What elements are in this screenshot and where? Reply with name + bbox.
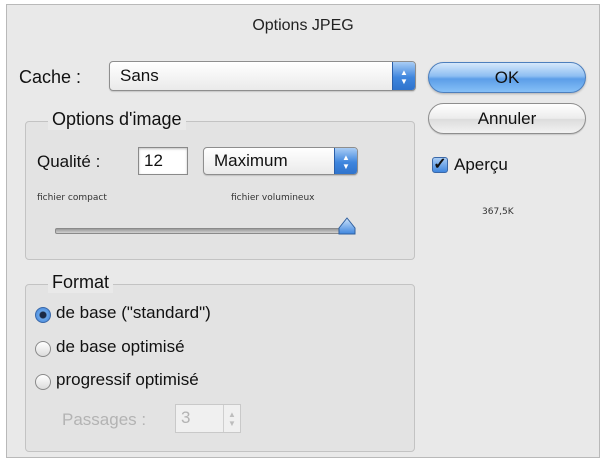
format-option-label: progressif optimisé [56, 370, 199, 389]
ok-button[interactable]: OK [428, 62, 586, 93]
scans-value: 3 [181, 408, 191, 427]
dialog-title: Options JPEG [252, 17, 354, 34]
up-down-arrows-icon: ▲ ▼ [223, 405, 240, 432]
quality-label: Qualité : [37, 152, 101, 171]
quality-input[interactable]: 12 [138, 147, 188, 175]
scans-stepper: 3 ▲ ▼ [175, 404, 241, 433]
format-radio-baseline-standard[interactable] [35, 307, 51, 323]
format-radio-baseline-optimized[interactable] [35, 341, 51, 357]
image-options-group [25, 121, 415, 260]
quality-preset-value: Maximum [214, 151, 288, 170]
checkmark-icon: ✓ [433, 156, 447, 173]
preview-label: Aperçu [454, 155, 508, 174]
jpeg-options-dialog: Options JPEG Cache : Sans ▲ ▼ OK Annuler … [6, 4, 600, 458]
format-title: Format [48, 272, 114, 293]
file-size-readout: 367,5K [482, 207, 514, 217]
triangle-thumb-icon[interactable] [338, 217, 356, 235]
image-options-title: Options d'image [48, 109, 186, 130]
format-option-label: de base optimisé [56, 337, 185, 356]
matte-select[interactable]: Sans ▲ ▼ [109, 61, 416, 91]
quality-preset-select[interactable]: Maximum ▲ ▼ [203, 147, 358, 175]
large-file-label: fichier volumineux [231, 193, 315, 203]
format-radio-progressive[interactable] [35, 374, 51, 390]
quality-slider-track[interactable] [55, 228, 349, 234]
preview-checkbox[interactable]: ✓ [432, 157, 448, 173]
matte-label: Cache : [19, 67, 82, 87]
up-down-arrows-icon: ▲ ▼ [334, 148, 357, 174]
matte-value: Sans [120, 66, 159, 85]
up-down-arrows-icon: ▲ ▼ [392, 62, 415, 90]
scans-label: Passages : [62, 410, 147, 429]
small-file-label: fichier compact [37, 193, 107, 203]
format-option-label: de base ("standard") [56, 303, 211, 322]
cancel-button[interactable]: Annuler [428, 103, 586, 134]
